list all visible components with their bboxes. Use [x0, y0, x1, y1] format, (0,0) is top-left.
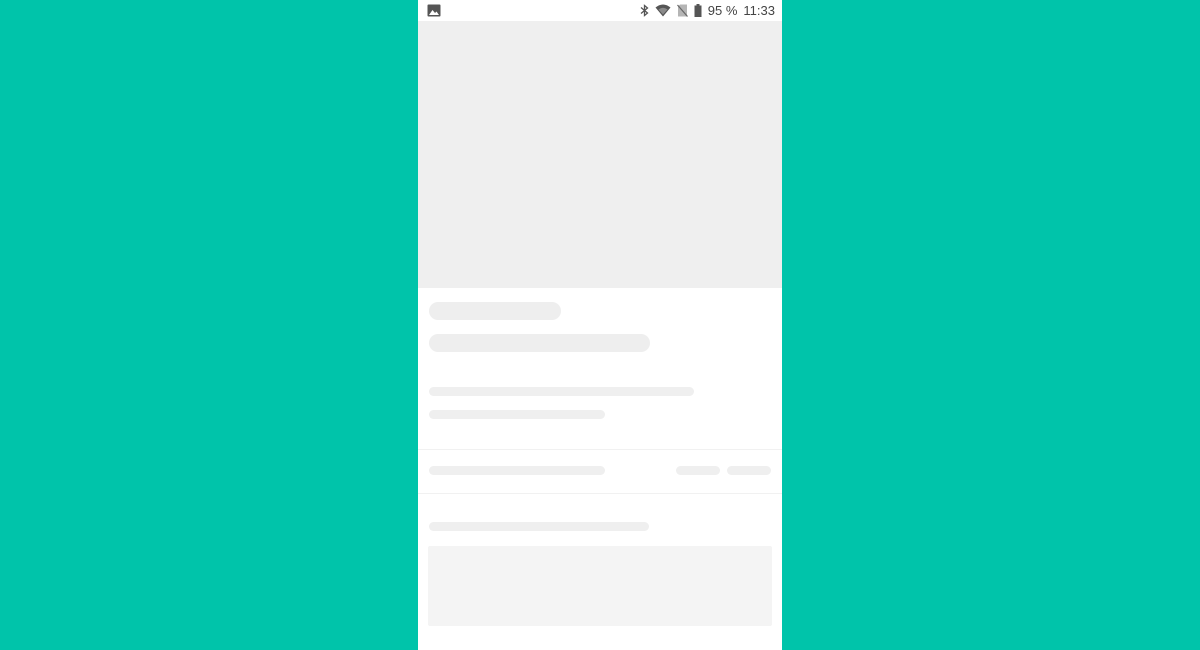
title-skeleton [429, 302, 561, 320]
status-icons: 95 % 11:33 [640, 0, 775, 21]
clock: 11:33 [743, 3, 775, 18]
subtitle-skeleton [429, 334, 650, 352]
status-bar: 95 % 11:33 [418, 0, 782, 21]
gallery-icon [427, 4, 441, 17]
section-heading-skeleton [429, 522, 649, 531]
no-sim-icon [676, 4, 688, 17]
row-label-skeleton [429, 466, 605, 475]
content-block-skeleton [428, 546, 772, 626]
wifi-icon [655, 4, 671, 17]
hero-image-placeholder [418, 21, 782, 288]
bluetooth-icon [640, 4, 649, 17]
text-line-skeleton [429, 410, 605, 419]
row-value-skeleton [727, 466, 771, 475]
row-value-skeleton [676, 466, 720, 475]
phone-screen: 95 % 11:33 [418, 0, 782, 650]
battery-icon [694, 4, 702, 17]
text-line-skeleton [429, 387, 694, 396]
battery-percent: 95 % [707, 3, 738, 18]
divider [418, 493, 782, 494]
divider [418, 449, 782, 450]
